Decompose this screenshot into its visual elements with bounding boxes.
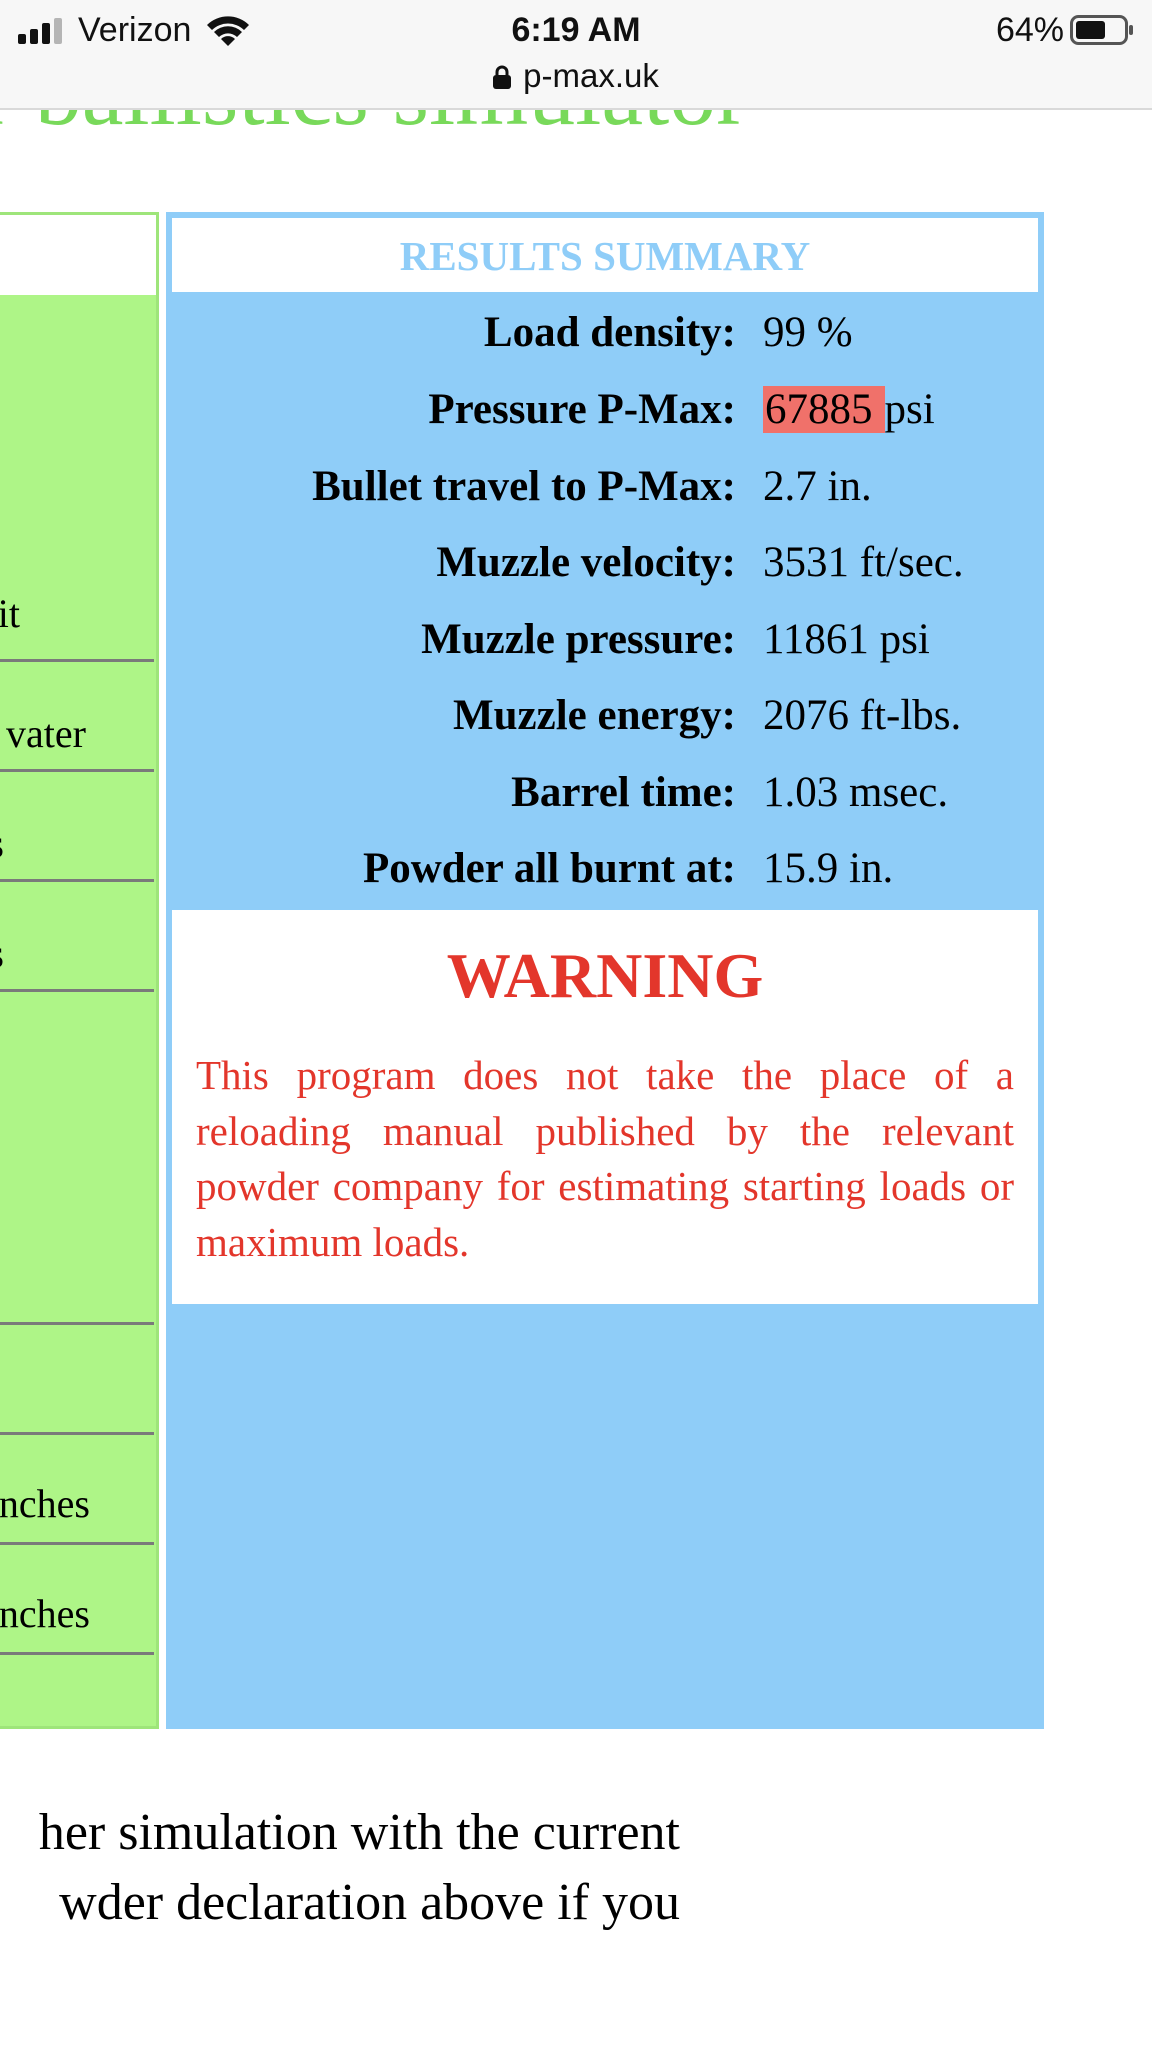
left-input-panel: it vater s s nches nches bbox=[0, 212, 159, 1729]
result-powder-burnt: Powder all burnt at: 15.9 in. bbox=[169, 831, 1041, 907]
result-label: Muzzle velocity: bbox=[436, 539, 736, 586]
result-muzzle-pressure: Muzzle pressure: 11861 psi bbox=[169, 602, 1041, 678]
result-value: 99 % bbox=[763, 309, 853, 356]
result-value: 1.03 msec. bbox=[763, 769, 949, 816]
result-muzzle-energy: Muzzle energy: 2076 ft-lbs. bbox=[169, 678, 1041, 754]
result-value: 3531 ft/sec. bbox=[763, 539, 964, 586]
result-label: Bullet travel to P-Max: bbox=[312, 463, 736, 510]
status-bar: Verizon 6:19 AM p-max.uk 64% bbox=[0, 0, 1152, 110]
battery-icon bbox=[1070, 15, 1133, 45]
left-row[interactable] bbox=[0, 1325, 154, 1435]
result-muzzle-velocity: Muzzle velocity: 3531 ft/sec. bbox=[169, 525, 1041, 601]
url-text: p-max.uk bbox=[523, 57, 659, 94]
pressure-unit: psi bbox=[884, 386, 935, 433]
left-row[interactable]: nches bbox=[0, 1545, 154, 1655]
left-row[interactable]: s bbox=[0, 772, 154, 882]
left-row[interactable]: s bbox=[0, 882, 154, 992]
result-value: 11861 psi bbox=[763, 616, 930, 663]
address-bar[interactable]: p-max.uk bbox=[0, 54, 1152, 98]
result-label: Pressure P-Max: bbox=[428, 386, 736, 433]
left-row[interactable] bbox=[0, 995, 154, 1325]
warning-box: WARNING This program does not take the p… bbox=[169, 907, 1041, 1307]
result-label: Muzzle energy: bbox=[453, 692, 736, 739]
left-row[interactable]: nches bbox=[0, 1435, 154, 1545]
result-bullet-travel: Bullet travel to P-Max: 2.7 in. bbox=[169, 449, 1041, 525]
warning-text: This program does not take the place of … bbox=[196, 1052, 1014, 1265]
footer-line: wder declaration above if you bbox=[59, 1874, 680, 1931]
result-label: Muzzle pressure: bbox=[421, 616, 736, 663]
battery-percent: 64% bbox=[995, 11, 1064, 49]
result-value: 15.9 in. bbox=[763, 845, 894, 892]
result-load-density: Load density: 99 % bbox=[169, 295, 1041, 371]
result-label: Powder all burnt at: bbox=[362, 845, 736, 892]
warning-title: WARNING bbox=[446, 940, 764, 1011]
left-row[interactable]: vater bbox=[0, 662, 154, 772]
result-value: 2.7 in. bbox=[763, 463, 872, 510]
left-row[interactable]: it bbox=[0, 552, 154, 662]
pressure-highlight: 67885 bbox=[763, 386, 885, 433]
footer-line: her simulation with the current bbox=[38, 1804, 680, 1861]
result-pressure-pmax: Pressure P-Max: 67885 psi bbox=[169, 372, 1041, 448]
results-summary-panel: RESULTS SUMMARY Load density: 99 % Press… bbox=[166, 212, 1044, 1729]
lock-icon bbox=[493, 65, 512, 89]
result-value: 67885 psi bbox=[763, 372, 935, 448]
result-barrel-time: Barrel time: 1.03 msec. bbox=[169, 755, 1041, 831]
left-panel-header bbox=[0, 215, 156, 295]
results-summary-title: RESULTS SUMMARY bbox=[169, 215, 1041, 295]
result-value: 2076 ft-lbs. bbox=[763, 692, 962, 739]
result-label: Barrel time: bbox=[511, 769, 736, 816]
result-label: Load density: bbox=[483, 309, 736, 356]
clock: 6:19 AM bbox=[511, 11, 641, 49]
footer-paragraph: her simulation with the current wder dec… bbox=[0, 1798, 680, 1948]
